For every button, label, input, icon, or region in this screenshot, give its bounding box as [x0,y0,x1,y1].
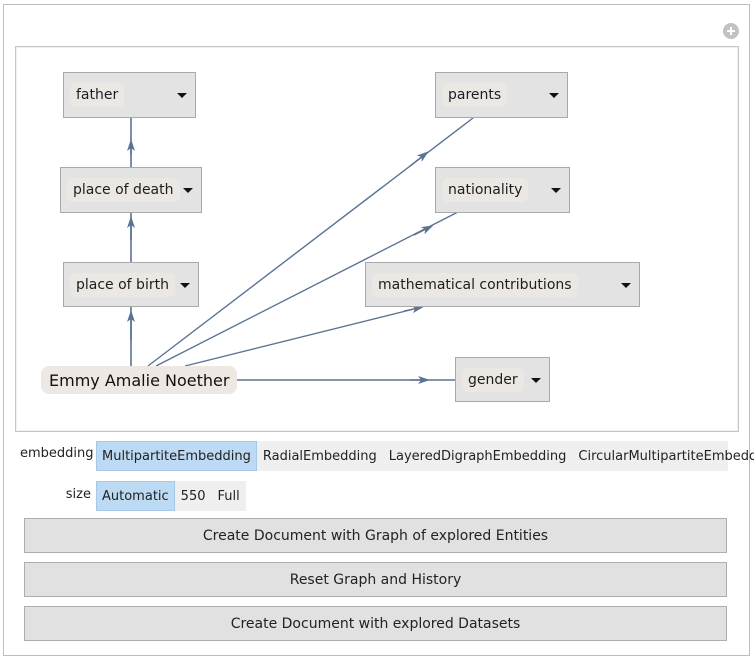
embedding-option-radial[interactable]: RadialEmbedding [257,441,383,471]
create-graph-document-button[interactable]: Create Document with Graph of explored E… [24,518,727,553]
node-parents[interactable]: parents [435,72,568,118]
add-icon[interactable] [723,23,739,39]
size-selector: Automatic 550 Full [96,481,246,511]
root-entity[interactable]: Emmy Amalie Noether [41,366,238,394]
chevron-down-icon[interactable] [551,188,561,193]
node-label: parents [442,83,508,107]
chevron-down-icon[interactable] [183,188,193,193]
node-label: mathematical contributions [372,272,578,297]
embedding-option-layered-digraph[interactable]: LayeredDigraphEmbedding [383,441,573,471]
node-label: father [70,83,125,107]
node-gender[interactable]: gender [455,357,550,402]
node-nationality[interactable]: nationality [435,167,570,213]
chevron-down-icon[interactable] [549,93,559,98]
size-option-full[interactable]: Full [212,481,246,511]
chevron-down-icon[interactable] [531,377,541,383]
node-label: place of birth [70,272,175,297]
node-label: place of death [67,178,180,202]
embedding-selector: MultipartiteEmbedding RadialEmbedding La… [96,441,754,471]
node-father[interactable]: father [63,72,196,118]
node-mathematical-contributions[interactable]: mathematical contributions [365,262,640,307]
node-place-of-death[interactable]: place of death [60,167,202,213]
chevron-down-icon[interactable] [177,93,187,98]
embedding-label: embedding [20,446,94,461]
size-option-automatic[interactable]: Automatic [96,481,175,511]
chevron-down-icon[interactable] [180,282,190,288]
node-label: nationality [442,178,529,202]
embedding-option-circular-multipartite[interactable]: CircularMultipartiteEmbedding [572,441,754,471]
chevron-down-icon[interactable] [621,282,631,288]
size-option-550[interactable]: 550 [175,481,212,511]
node-place-of-birth[interactable]: place of birth [63,262,199,307]
create-datasets-document-button[interactable]: Create Document with explored Datasets [24,606,727,641]
reset-graph-button[interactable]: Reset Graph and History [24,562,727,597]
embedding-option-multipartite[interactable]: MultipartiteEmbedding [96,441,257,471]
size-label: size [65,487,91,502]
node-label: gender [462,367,524,392]
